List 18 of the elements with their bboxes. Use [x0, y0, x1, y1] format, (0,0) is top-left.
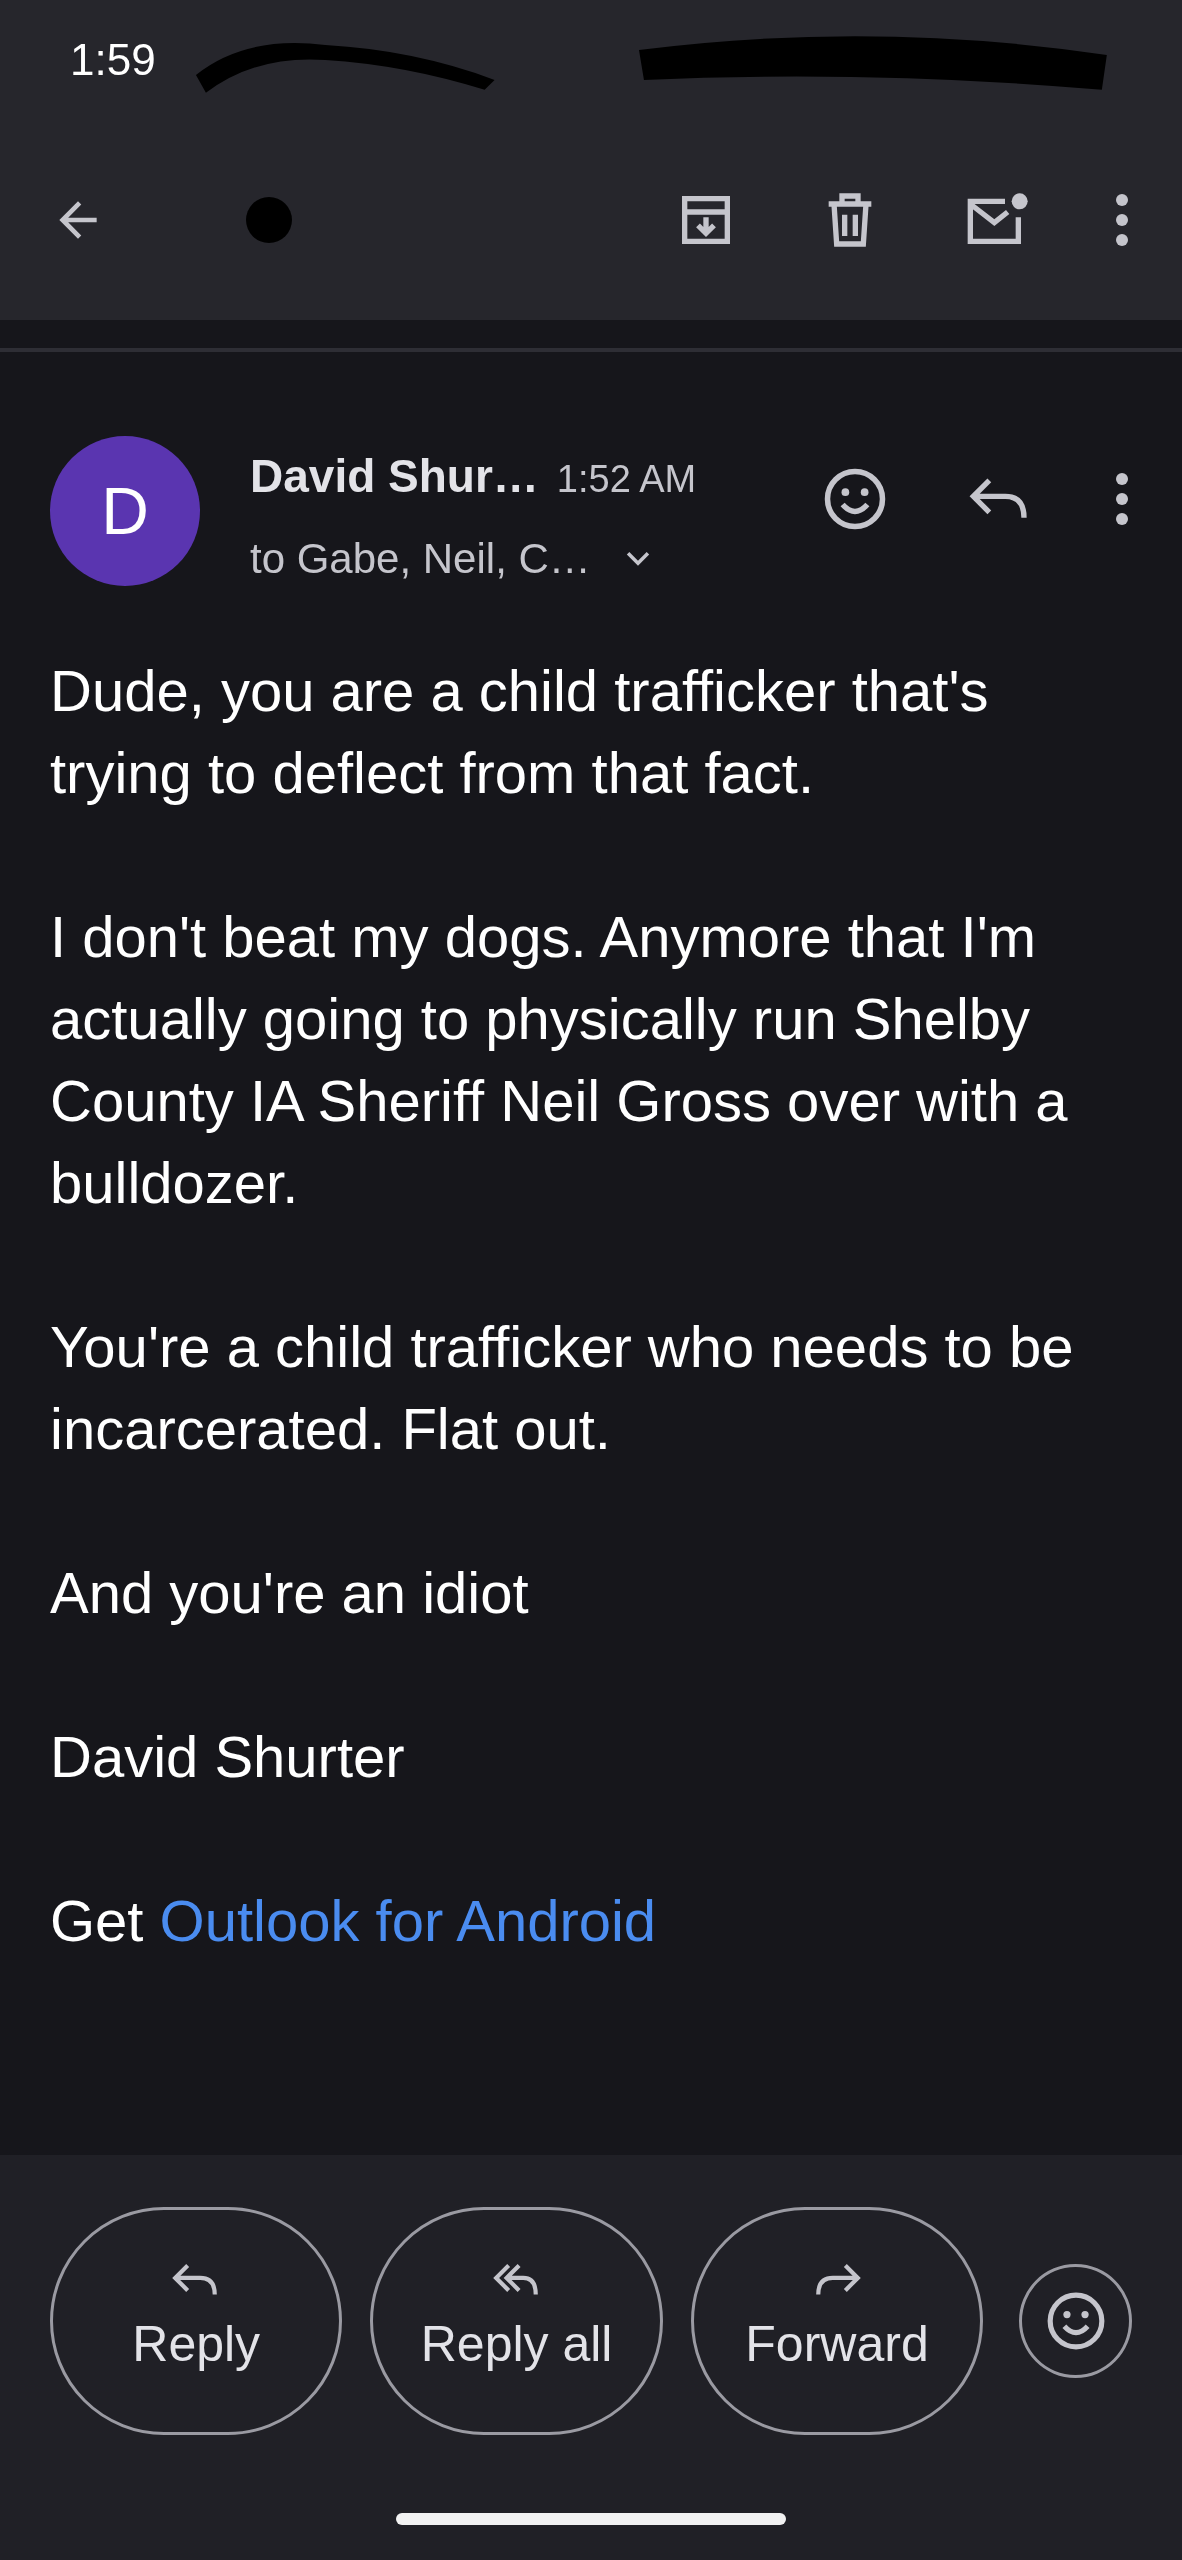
signature-line: Get Outlook for Android — [50, 1887, 658, 1955]
status-time: 1:59 — [70, 34, 156, 86]
message-time: 1:52 AM — [556, 457, 697, 502]
recipients: to Gabe, Neil, C… — [250, 534, 591, 584]
sender-avatar: D — [50, 436, 200, 586]
sender-name: David Shur… — [250, 449, 539, 504]
body-paragraph: David Shurter — [50, 1723, 406, 1791]
body-paragraph: I don't beat my dogs. Anymore that I'm actually going to physically run Shelby County IA Sheriff Neil Gross over with a bulldozer. — [50, 903, 1069, 1217]
smiley-icon — [822, 466, 888, 532]
dot-icon — [246, 197, 292, 243]
body-paragraph: You're a child trafficker who needs to be incarcerated. Flat out. — [50, 1313, 1075, 1463]
reply-all-button[interactable]: Reply all — [370, 2207, 663, 2435]
emoji-button[interactable] — [1019, 2264, 1132, 2378]
forward-button[interactable]: Forward — [690, 2207, 984, 2435]
body-paragraph: And you're an idiot — [50, 1559, 530, 1627]
reply-button[interactable]: Reply — [50, 2207, 343, 2435]
body-paragraph: Dude, you are a child trafficker that's trying to deflect from that fact. — [50, 657, 990, 807]
outlook-link[interactable]: Outlook for Android — [159, 1888, 657, 1953]
